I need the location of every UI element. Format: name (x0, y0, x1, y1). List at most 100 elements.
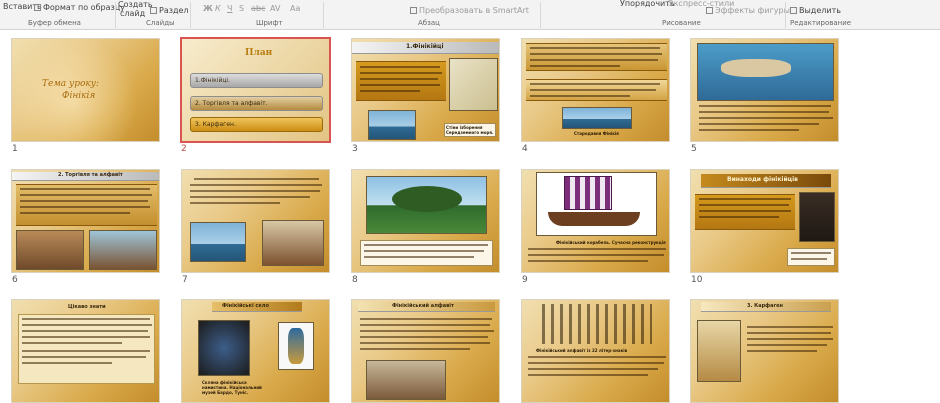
slides-group-label: Слайды (146, 19, 175, 27)
slide-number: 3 (352, 144, 358, 154)
strikethrough-button[interactable]: abc (251, 4, 265, 13)
text-line (360, 318, 492, 320)
shadow-button[interactable]: S (239, 4, 244, 13)
slide-title: 3. Карфаген (747, 303, 783, 309)
text-line (747, 332, 831, 334)
text-line (699, 129, 799, 131)
text-line (699, 117, 833, 119)
underline-button[interactable]: Ч (227, 4, 232, 13)
text-line (360, 342, 490, 344)
slide-title: 2. Торгівля та алфавіт (58, 172, 123, 178)
scribes-image (366, 360, 446, 400)
caption-text: Фінікійський алфавіт із 22 літер-знаків (536, 348, 628, 353)
char-spacing-button[interactable]: AV (270, 4, 280, 13)
slide-thumbnail-3[interactable]: 1.Фінікійці Стіни ізборення Середземного… (351, 38, 500, 142)
slide-thumbnail-10[interactable]: Винаходи фінікійців (690, 169, 839, 273)
plan-item-3: 3. Карфаген. (190, 117, 323, 132)
text-line (22, 318, 150, 320)
slide-thumbnail-11[interactable]: Цікаво знати (11, 299, 160, 403)
text-line (20, 188, 150, 190)
font-group-label: Шрифт (256, 19, 283, 27)
text-line (22, 324, 152, 326)
slide-thumbnail-12[interactable]: Фінікійські скло Скляна фінікійська нами… (181, 299, 330, 403)
text-line (530, 95, 630, 97)
text-line (747, 326, 833, 328)
text-line (20, 206, 150, 208)
paragraph-group-label: Абзац (418, 19, 440, 27)
landscape-image (562, 107, 632, 129)
text-line (530, 65, 620, 67)
text-line (747, 344, 827, 346)
slide-number: 7 (182, 275, 188, 285)
text-line (364, 256, 474, 258)
slide-title: Тема уроку: (42, 79, 100, 89)
shape-effects-button[interactable]: Эффекты фигуры (706, 6, 790, 15)
smartart-icon (410, 7, 417, 14)
separator (785, 2, 786, 28)
slide-thumbnail-15[interactable]: 3. Карфаген (690, 299, 839, 403)
slide-thumbnail-9[interactable]: Фінікійський корабель. Сучасна реконстру… (521, 169, 670, 273)
slide-thumbnail-6[interactable]: 2. Торгівля та алфавіт (11, 169, 160, 273)
text-line (190, 196, 310, 198)
slide-thumbnail-5[interactable] (690, 38, 839, 142)
tree-crown (392, 186, 462, 212)
slide-number: 8 (352, 275, 358, 285)
section-button[interactable]: Раздел (150, 6, 189, 15)
text-line (699, 216, 779, 218)
slide-thumbnail-13[interactable]: Фінікійський алфавіт (351, 299, 500, 403)
ship-image (190, 222, 246, 262)
slide-number: 10 (691, 275, 703, 285)
separator (115, 2, 116, 28)
text-line (699, 198, 791, 200)
text-line (699, 111, 829, 113)
text-line (360, 90, 420, 92)
select-button[interactable]: Выделить (790, 6, 841, 15)
text-line (22, 342, 122, 344)
vase-shape (288, 328, 304, 364)
text-line (699, 204, 789, 206)
slide-thumbnail-2[interactable]: План 1.Фінікійці. 2. Торгівля та алфавіт… (180, 37, 331, 143)
port-image (89, 230, 157, 270)
slide-title: План (245, 48, 273, 58)
bold-button[interactable]: Ж (203, 4, 213, 13)
text-line (360, 336, 488, 338)
change-case-button[interactable]: Aa (290, 4, 300, 13)
text-line (791, 252, 831, 254)
text-line (194, 178, 319, 180)
text-line (528, 368, 658, 370)
sail-shape (564, 176, 612, 210)
slide-sorter: Тема уроку: Фінікія 1 План 1.Фінікійці. … (0, 31, 940, 403)
slide-title: Цікаво знати (68, 304, 106, 310)
cursor-icon (790, 7, 797, 14)
separator (323, 2, 324, 28)
slide-thumbnail-4[interactable]: Стародавня Фінікія (521, 38, 670, 142)
slide-number: 5 (691, 144, 697, 154)
text-line (528, 248, 666, 250)
ship-image (368, 110, 416, 140)
effects-icon (706, 7, 713, 14)
text-line (528, 374, 648, 376)
caption-text: Скляна фінікійська намистина. Національн… (202, 380, 262, 395)
text-line (22, 330, 148, 332)
format-painter-button[interactable]: Формат по образцу (34, 3, 125, 12)
text-line (530, 89, 656, 91)
slide-thumbnail-1[interactable]: Тема уроку: Фінікія (11, 38, 160, 142)
brush-icon (34, 4, 41, 11)
convert-smartart-button[interactable]: Преобразовать в SmartArt (410, 6, 529, 15)
text-line (747, 350, 817, 352)
drawing-group-label: Рисование (662, 19, 701, 27)
create-slide-button-label[interactable]: слайд (120, 9, 145, 18)
create-slide-button[interactable]: Создать (118, 0, 153, 9)
market-image (16, 230, 84, 270)
caption-text: Стіни ізборення Середземного моря. (446, 125, 494, 135)
caption-box (787, 248, 835, 266)
caption-text: Стародавня Фінікія (574, 131, 619, 136)
slide-thumbnail-14[interactable]: Фінікійський алфавіт із 22 літер-знаків (521, 299, 670, 403)
slide-thumbnail-8[interactable] (351, 169, 500, 273)
slide-thumbnail-7[interactable] (181, 169, 330, 273)
arrange-button[interactable]: Упорядочить (620, 0, 675, 8)
text-block (16, 184, 157, 226)
text-line (530, 47, 660, 49)
separator (540, 2, 541, 28)
italic-button[interactable]: К (215, 4, 221, 13)
